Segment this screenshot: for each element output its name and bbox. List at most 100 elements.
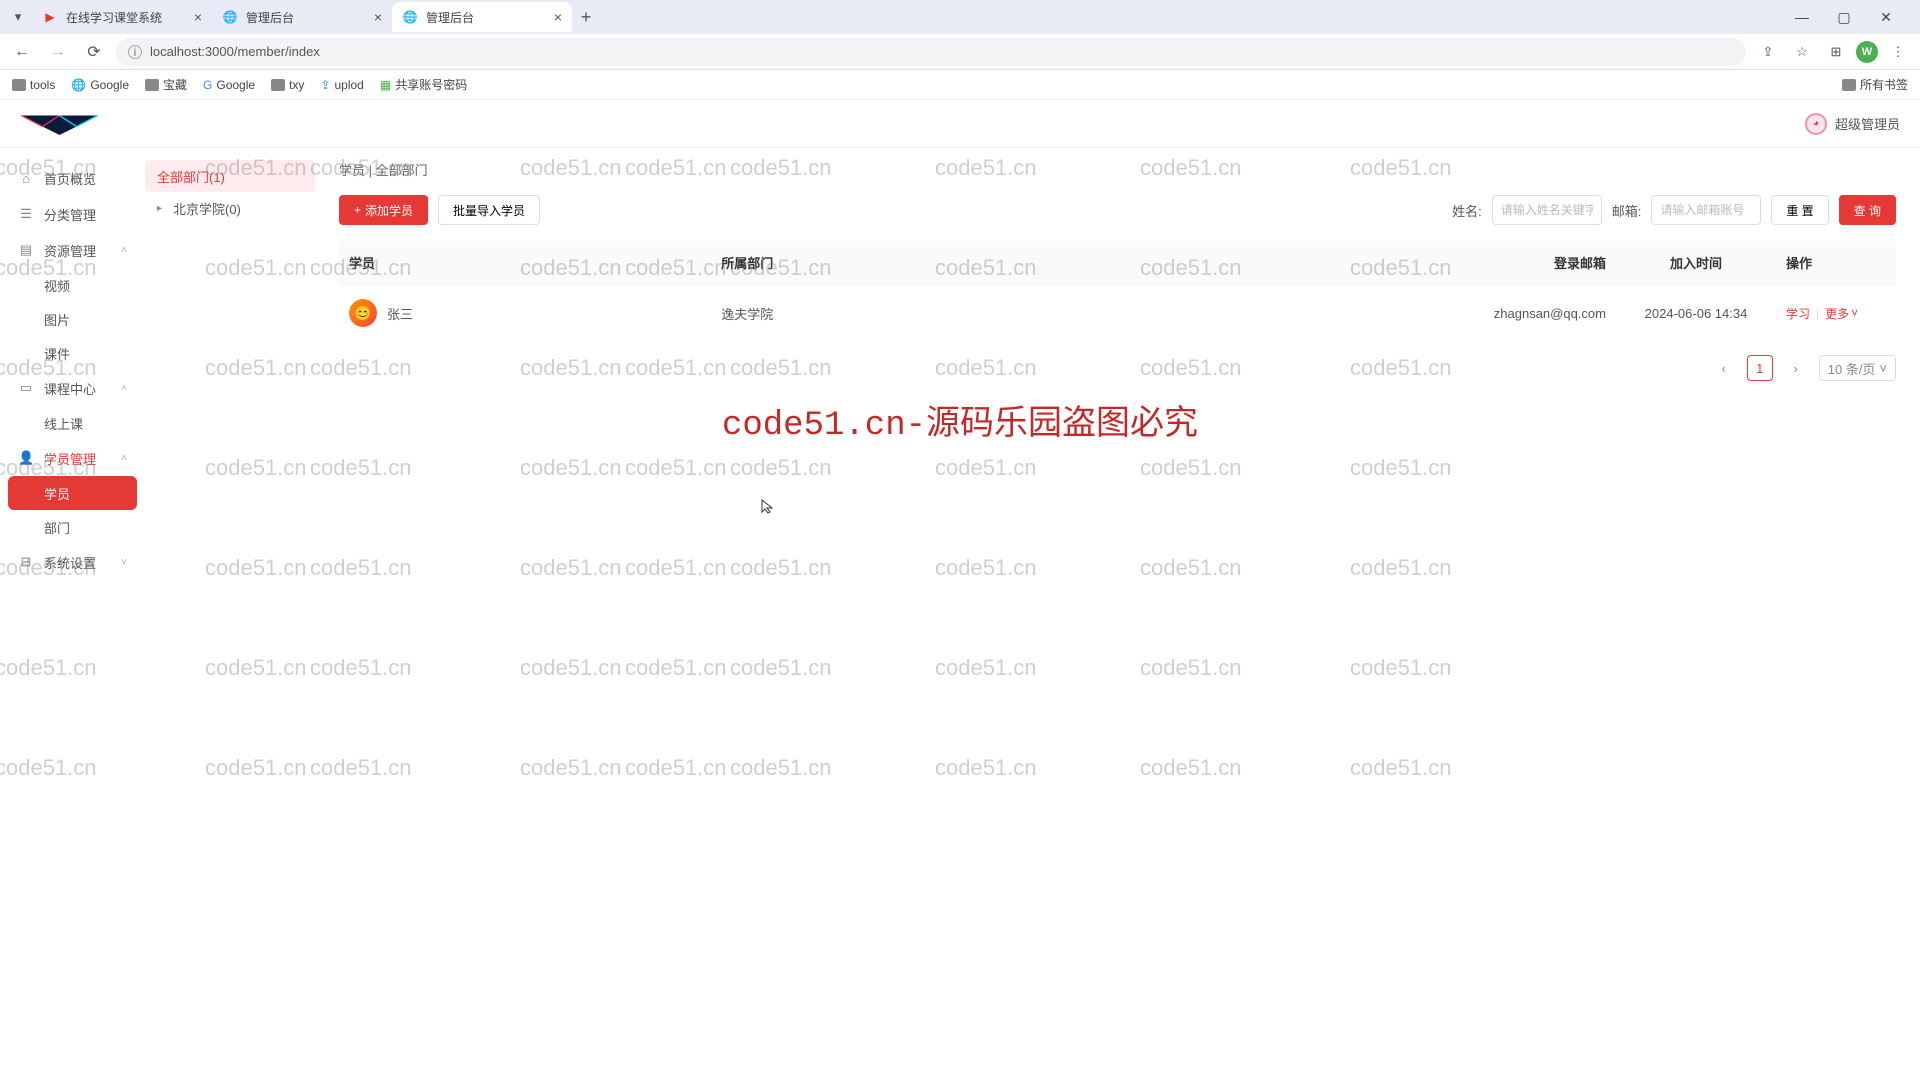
filter-name-input[interactable] <box>1492 195 1602 225</box>
add-member-button[interactable]: +添加学员 <box>339 195 428 225</box>
sidebar-item-home[interactable]: ⌂首页概览 <box>8 160 137 196</box>
profile-avatar[interactable]: W <box>1856 41 1878 63</box>
prev-page-button[interactable]: ‹ <box>1711 355 1737 381</box>
bulk-import-button[interactable]: 批量导入学员 <box>438 195 540 225</box>
tab-title: 管理后台 <box>426 9 546 26</box>
browser-chrome: ▾ ▶ 在线学习课堂系统 × 🌐 管理后台 × 🌐 管理后台 × + — ▢ ✕… <box>0 0 1920 100</box>
dept-root[interactable]: 全部部门(1) <box>145 160 315 192</box>
breadcrumb: 学员 | 全部部门 <box>339 160 1896 179</box>
sidebar-sub-online[interactable]: 线上课 <box>8 406 137 440</box>
bookmark-item[interactable]: GGoogle <box>203 78 255 92</box>
site-info-icon[interactable]: i <box>128 45 142 59</box>
member-icon: 👤 <box>18 450 34 466</box>
close-icon[interactable]: × <box>554 9 562 25</box>
col-member: 学员 <box>339 241 711 285</box>
sheet-icon: ▦ <box>380 78 391 92</box>
bookmark-bar: tools 🌐Google 宝藏 GGoogle txy ⇪uplod ▦共享账… <box>0 70 1920 100</box>
dept-child[interactable]: ▸北京学院(0) <box>145 192 315 224</box>
url-text: localhost:3000/member/index <box>150 44 320 59</box>
pagination: ‹ 1 › 10 条/页˅ <box>339 355 1896 381</box>
new-tab-button[interactable]: + <box>572 3 600 31</box>
sidebar-item-course[interactable]: ▭课程中心˄ <box>8 370 137 406</box>
category-icon: ☰ <box>18 206 34 222</box>
browser-tab-2[interactable]: 🌐 管理后台 × <box>392 2 572 32</box>
home-icon: ⌂ <box>18 171 34 186</box>
sidebar-nav: ⌂首页概览 ☰分类管理 ▤资源管理˄ 视频 图片 课件 ▭课程中心˄ 线上课 👤… <box>0 148 145 1088</box>
sidebar-sub-member[interactable]: 学员 <box>8 476 137 510</box>
globe-icon: 🌐 <box>71 78 86 92</box>
address-bar: ← → ⟳ i localhost:3000/member/index ⇪ ☆ … <box>0 34 1920 70</box>
sidebar-item-settings[interactable]: ⊟系统设置˅ <box>8 544 137 580</box>
share-icon[interactable]: ⇪ <box>1754 38 1782 66</box>
menu-icon[interactable]: ⋮ <box>1884 38 1912 66</box>
bookmark-item[interactable]: ▦共享账号密码 <box>380 76 467 93</box>
member-name: 张三 <box>387 304 413 323</box>
minimize-icon[interactable]: — <box>1788 3 1816 31</box>
reset-button[interactable]: 重 置 <box>1771 195 1828 225</box>
filter-email-input[interactable] <box>1651 195 1761 225</box>
sidebar-sub-video[interactable]: 视频 <box>8 268 137 302</box>
plus-icon: + <box>354 203 361 217</box>
folder-icon <box>145 79 159 91</box>
google-icon: G <box>203 78 212 92</box>
url-input[interactable]: i localhost:3000/member/index <box>116 38 1746 66</box>
bookmark-item[interactable]: txy <box>271 78 304 92</box>
all-bookmarks[interactable]: 所有书签 <box>1842 76 1908 93</box>
table-row: 😊 张三 逸夫学院 zhagnsan@qq.com 2024-06-06 14:… <box>339 285 1896 342</box>
tabs-dropdown[interactable]: ▾ <box>8 9 28 25</box>
close-icon[interactable]: × <box>194 9 202 25</box>
close-window-icon[interactable]: ✕ <box>1872 3 1900 31</box>
resource-icon: ▤ <box>18 242 34 258</box>
browser-tab-1[interactable]: 🌐 管理后台 × <box>212 2 392 32</box>
page-size-select[interactable]: 10 条/页˅ <box>1819 355 1896 381</box>
sidebar-item-resource[interactable]: ▤资源管理˄ <box>8 232 137 268</box>
tree-expand-icon[interactable]: ▸ <box>157 203 169 214</box>
sidebar-item-category[interactable]: ☰分类管理 <box>8 196 137 232</box>
browser-tab-0[interactable]: ▶ 在线学习课堂系统 × <box>32 2 212 32</box>
maximize-icon[interactable]: ▢ <box>1830 3 1858 31</box>
reload-button[interactable]: ⟳ <box>80 38 108 66</box>
globe-icon: 🌐 <box>402 9 418 25</box>
user-avatar-icon[interactable]: ◕ <box>1805 113 1827 135</box>
member-cell: 😊 张三 <box>349 299 701 327</box>
folder-icon <box>271 79 285 91</box>
forward-button[interactable]: → <box>44 38 72 66</box>
more-dropdown[interactable]: 更多˅ <box>1825 305 1858 322</box>
sidebar-sub-courseware[interactable]: 课件 <box>8 336 137 370</box>
globe-icon: 🌐 <box>222 9 238 25</box>
chevron-down-icon: ˅ <box>1851 306 1858 320</box>
bookmark-item[interactable]: ⇪uplod <box>320 78 363 92</box>
chevron-down-icon: ˅ <box>121 557 127 568</box>
chevron-down-icon: ˅ <box>1879 361 1887 376</box>
bookmark-item[interactable]: 宝藏 <box>145 76 187 93</box>
dept-tree: 全部部门(1) ▸北京学院(0) <box>145 148 315 1088</box>
member-joined: 2024-06-06 14:34 <box>1616 285 1776 342</box>
col-email: 登录邮箱 <box>1030 241 1616 285</box>
filter-name-label: 姓名: <box>1452 201 1482 220</box>
next-page-button[interactable]: › <box>1783 355 1809 381</box>
folder-icon <box>12 79 26 91</box>
star-icon[interactable]: ☆ <box>1788 38 1816 66</box>
member-email: zhagnsan@qq.com <box>1030 285 1616 342</box>
query-button[interactable]: 查 询 <box>1839 195 1896 225</box>
col-actions: 操作 <box>1776 241 1896 285</box>
sidebar-sub-image[interactable]: 图片 <box>8 302 137 336</box>
member-dept: 逸夫学院 <box>711 285 1030 342</box>
app-logo[interactable] <box>14 110 104 138</box>
chevron-up-icon: ˄ <box>121 383 127 394</box>
study-link[interactable]: 学习 <box>1786 305 1810 322</box>
page-number[interactable]: 1 <box>1747 355 1773 381</box>
member-avatar-icon: 😊 <box>349 299 377 327</box>
user-label[interactable]: 超级管理员 <box>1835 114 1900 133</box>
sidebar-item-member[interactable]: 👤学员管理˄ <box>8 440 137 476</box>
table-header-row: 学员 所属部门 登录邮箱 加入时间 操作 <box>339 241 1896 285</box>
bookmark-item[interactable]: tools <box>12 78 55 92</box>
back-button[interactable]: ← <box>8 38 36 66</box>
bookmark-item[interactable]: 🌐Google <box>71 78 129 92</box>
tab-title: 管理后台 <box>246 9 366 26</box>
sidebar-sub-dept[interactable]: 部门 <box>8 510 137 544</box>
col-dept: 所属部门 <box>711 241 1030 285</box>
extensions-icon[interactable]: ⊞ <box>1822 38 1850 66</box>
close-icon[interactable]: × <box>374 9 382 25</box>
chevron-up-icon: ˄ <box>121 453 127 464</box>
